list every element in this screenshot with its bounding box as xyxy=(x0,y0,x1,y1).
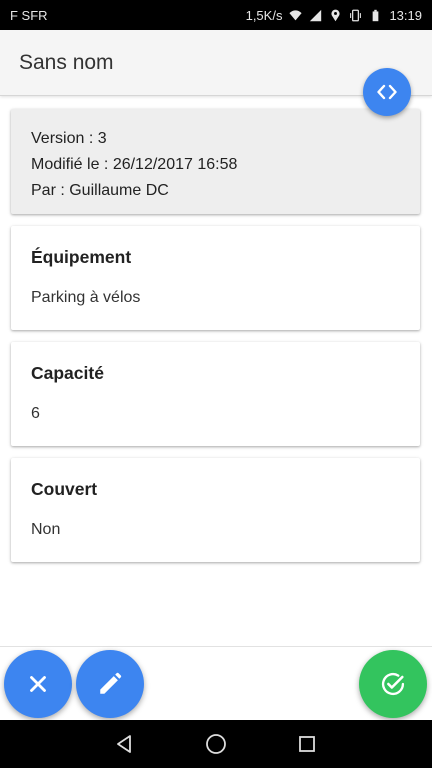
metadata-card: Version : 3 Modifié le : 26/12/2017 16:5… xyxy=(11,109,420,214)
check-circle-icon xyxy=(381,672,405,696)
edit-icon xyxy=(100,672,122,694)
content: Version : 3 Modifié le : 26/12/2017 16:5… xyxy=(11,109,420,574)
home-icon xyxy=(206,734,226,754)
home-button[interactable] xyxy=(196,724,236,764)
carrier-label: F SFR xyxy=(10,7,48,23)
field-value: Non xyxy=(31,521,61,538)
code-icon xyxy=(377,84,397,100)
edit-button[interactable] xyxy=(76,650,144,718)
screen: F SFR 1,5K/s 13:19 Sans nom Version : 3 … xyxy=(0,0,432,768)
field-card-equipment: Équipement Parking à vélos xyxy=(11,226,420,330)
code-view-button[interactable] xyxy=(363,68,411,116)
location-icon xyxy=(331,9,341,21)
modified-text: Modifié le : 26/12/2017 16:58 xyxy=(31,156,238,173)
field-label: Équipement xyxy=(31,247,132,267)
status-bar: F SFR 1,5K/s 13:19 xyxy=(0,0,432,30)
vibrate-icon xyxy=(350,9,362,21)
recents-icon xyxy=(298,736,315,752)
author-text: Par : Guillaume DC xyxy=(31,182,169,199)
wifi-icon xyxy=(289,9,303,20)
back-button[interactable] xyxy=(105,724,145,764)
confirm-button[interactable] xyxy=(359,650,427,718)
field-card-capacity: Capacité 6 xyxy=(11,342,420,446)
field-label: Capacité xyxy=(31,363,104,383)
field-value: 6 xyxy=(31,405,40,422)
close-button[interactable] xyxy=(4,650,72,718)
status-icons: 1,5K/s 13:19 xyxy=(246,8,422,23)
version-text: Version : 3 xyxy=(31,130,107,147)
field-value: Parking à vélos xyxy=(31,289,141,306)
page-title: Sans nom xyxy=(19,50,114,74)
battery-icon xyxy=(373,9,379,21)
network-speed: 1,5K/s xyxy=(245,7,283,23)
clock: 13:19 xyxy=(389,7,422,23)
field-label: Couvert xyxy=(31,479,98,499)
back-icon xyxy=(117,735,132,753)
recents-button[interactable] xyxy=(287,724,327,764)
signal-icon xyxy=(310,9,322,21)
close-icon xyxy=(30,676,46,692)
navigation-bar xyxy=(0,720,432,768)
field-card-covered: Couvert Non xyxy=(11,458,420,562)
